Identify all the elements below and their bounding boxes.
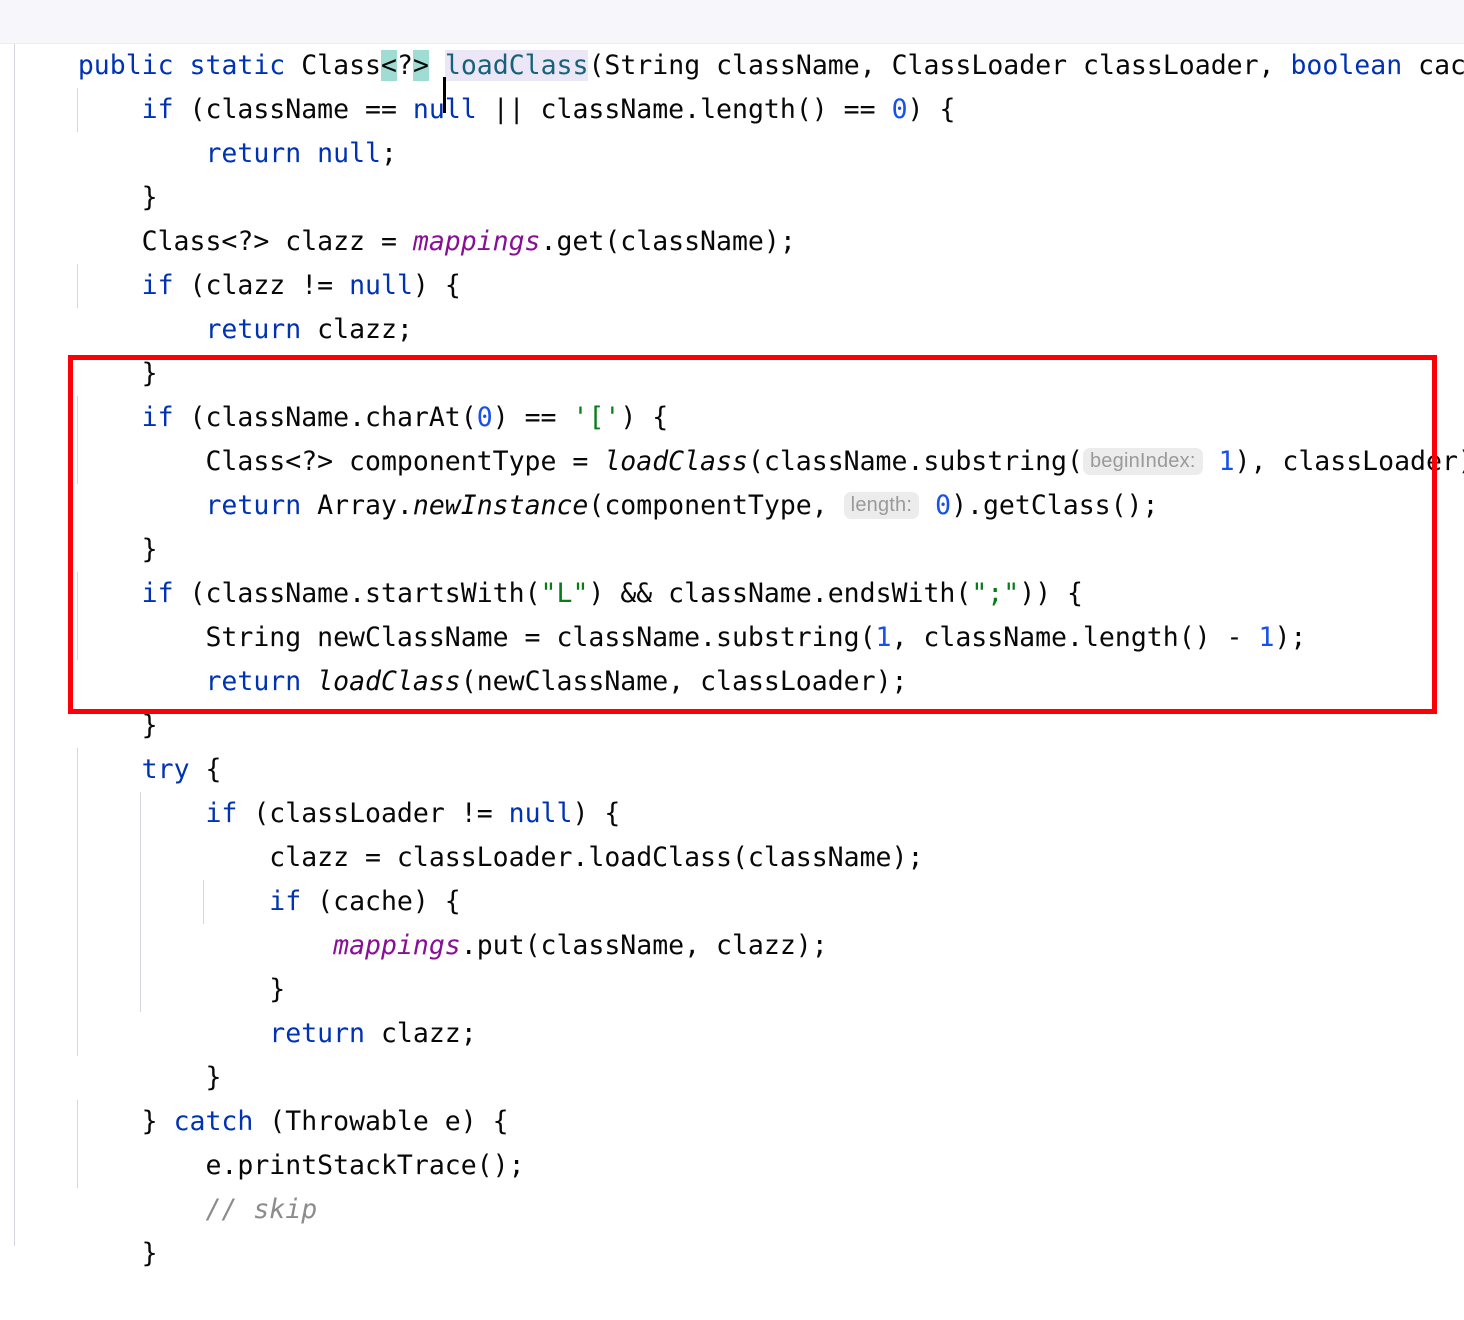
code-line[interactable]: return loadClass(newClassName, classLoad… xyxy=(14,616,1464,697)
code-line[interactable]: if (className.charAt(0) == '[') { xyxy=(14,352,1464,433)
code-line[interactable]: if (classLoader != null) { xyxy=(14,748,1464,829)
code-line[interactable]: } xyxy=(14,1012,1464,1093)
code-line[interactable]: } xyxy=(14,660,1464,741)
code-line[interactable]: return clazz; xyxy=(14,264,1464,345)
code-line[interactable]: Class<?> componentType = loadClass(class… xyxy=(14,396,1464,477)
code-line[interactable]: mappings.put(className, clazz); xyxy=(14,880,1464,961)
code-line[interactable]: return clazz; xyxy=(14,968,1464,1049)
code-line[interactable]: // skip xyxy=(14,1144,1464,1225)
code-line[interactable]: if (clazz != null) { xyxy=(14,220,1464,301)
code-line[interactable]: } xyxy=(14,1188,1464,1269)
code-line[interactable]: } xyxy=(14,308,1464,389)
code-line[interactable]: return Array.newInstance(componentType, … xyxy=(14,440,1464,521)
code-line[interactable]: clazz = classLoader.loadClass(className)… xyxy=(14,792,1464,873)
code-editor[interactable]: public static Class<?> loadClass(String … xyxy=(0,0,1464,1269)
code-line[interactable]: if (className.startsWith("L") && classNa… xyxy=(14,528,1464,609)
code-line[interactable]: e.printStackTrace(); xyxy=(14,1100,1464,1181)
code-line[interactable]: return null; xyxy=(14,88,1464,169)
code-line[interactable]: } catch (Throwable e) { xyxy=(14,1056,1464,1137)
code-line[interactable]: String newClassName = className.substrin… xyxy=(14,572,1464,653)
code-line[interactable]: } xyxy=(14,924,1464,1005)
code-line[interactable]: } xyxy=(14,484,1464,565)
code-line[interactable]: } xyxy=(14,132,1464,213)
code-line[interactable]: if (cache) { xyxy=(14,836,1464,917)
code-line[interactable]: public static Class<?> loadClass(String … xyxy=(14,0,1464,113)
code-line[interactable]: Class<?> clazz = mappings.get(className)… xyxy=(14,176,1464,257)
code-line[interactable]: try { xyxy=(14,704,1464,785)
code-line[interactable]: if (className == null || className.lengt… xyxy=(14,44,1464,125)
